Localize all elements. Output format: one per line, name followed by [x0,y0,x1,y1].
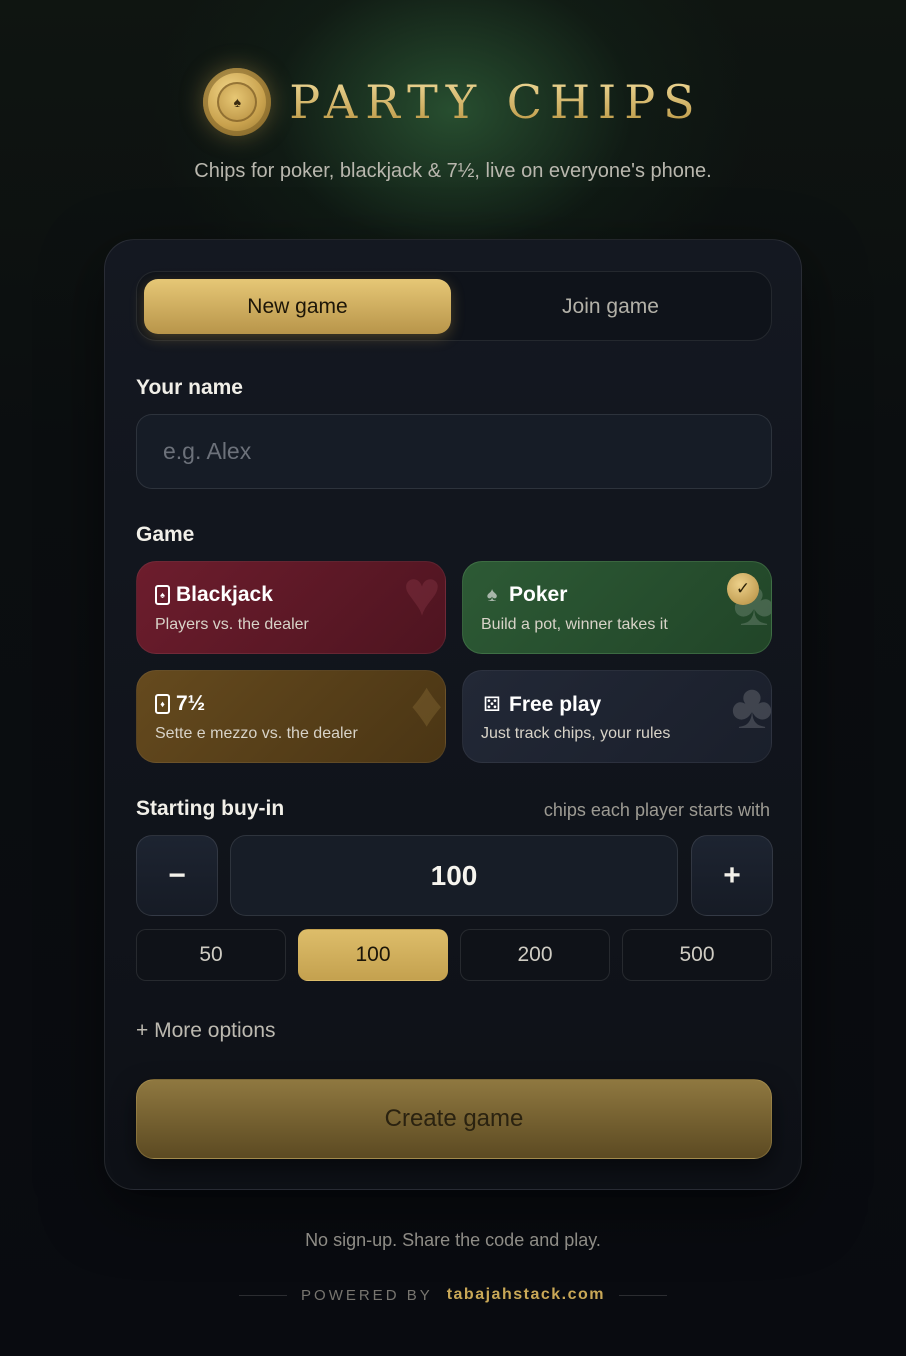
game-option-description: Just track chips, your rules [481,725,671,742]
game-option-description: Players vs. the dealer [155,616,309,633]
game-option-title: Free play [509,692,602,716]
game-option-free-play[interactable]: ♣ ⚄ Free play Just track chips, your rul… [462,670,772,763]
powered-by-label: POWERED BY [301,1286,433,1304]
checkmark-icon: ✓ [727,573,759,605]
preset-100[interactable]: 100 [298,929,448,981]
chip-logo-icon: ♠ [203,68,272,136]
name-label: Your name [136,376,243,399]
buyin-hint: chips each player starts with [543,800,770,820]
playing-card-icon: ♠ [155,585,170,605]
dice-icon: ⚄ [483,694,501,716]
spade-icon: ♠ [233,94,242,110]
powered-by-link[interactable]: tabajahstack.com [447,1286,605,1304]
mode-tabs: New game Join game [136,271,772,341]
app-title: PARTY CHIPS [289,75,703,129]
game-option-sette-e-mezzo[interactable]: ♦ ♦ 7½ Sette e mezzo vs. the dealer [136,670,446,763]
buyin-label: Starting buy-in [136,797,285,820]
game-option-description: Sette e mezzo vs. the dealer [155,725,358,742]
game-option-title: 7½ [176,692,206,715]
club-deco-icon: ♣ [731,670,772,742]
heart-deco-icon: ♥ [403,561,441,629]
tab-new-game[interactable]: New game [144,279,451,334]
preset-50[interactable]: 50 [136,929,286,981]
game-label: Game [136,523,195,546]
powered-by: POWERED BY tabajahstack.com [0,1286,906,1304]
footer-note: No sign-up. Share the code and play. [305,1230,601,1250]
game-option-description: Build a pot, winner takes it [481,616,668,633]
decrement-button[interactable]: − [136,835,218,916]
increment-button[interactable]: + [691,835,773,916]
buyin-amount[interactable]: 100 [230,835,678,916]
divider [239,1294,288,1296]
divider [618,1294,667,1296]
spade-icon: ♠ [486,583,498,606]
setup-card: New game Join game Your name Game ♥ ♠ Bl… [104,239,802,1190]
game-option-poker[interactable]: ♣ ✓ ♠ Poker Build a pot, winner takes it [462,561,772,654]
tab-join-game[interactable]: Join game [457,279,764,334]
create-game-button[interactable]: Create game [136,1079,772,1159]
more-options-link[interactable]: + More options [136,1019,276,1043]
preset-500[interactable]: 500 [622,929,772,981]
playing-card-icon: ♦ [155,694,170,714]
preset-200[interactable]: 200 [460,929,610,981]
tagline: Chips for poker, blackjack & 7½, live on… [194,160,712,182]
game-option-title: Poker [509,583,568,606]
game-option-title: Blackjack [176,583,273,606]
diamond-deco-icon: ♦ [410,670,443,740]
game-option-blackjack[interactable]: ♥ ♠ Blackjack Players vs. the dealer [136,561,446,654]
brand-header: ♠ PARTY CHIPS [0,68,906,136]
name-input[interactable] [136,414,772,489]
